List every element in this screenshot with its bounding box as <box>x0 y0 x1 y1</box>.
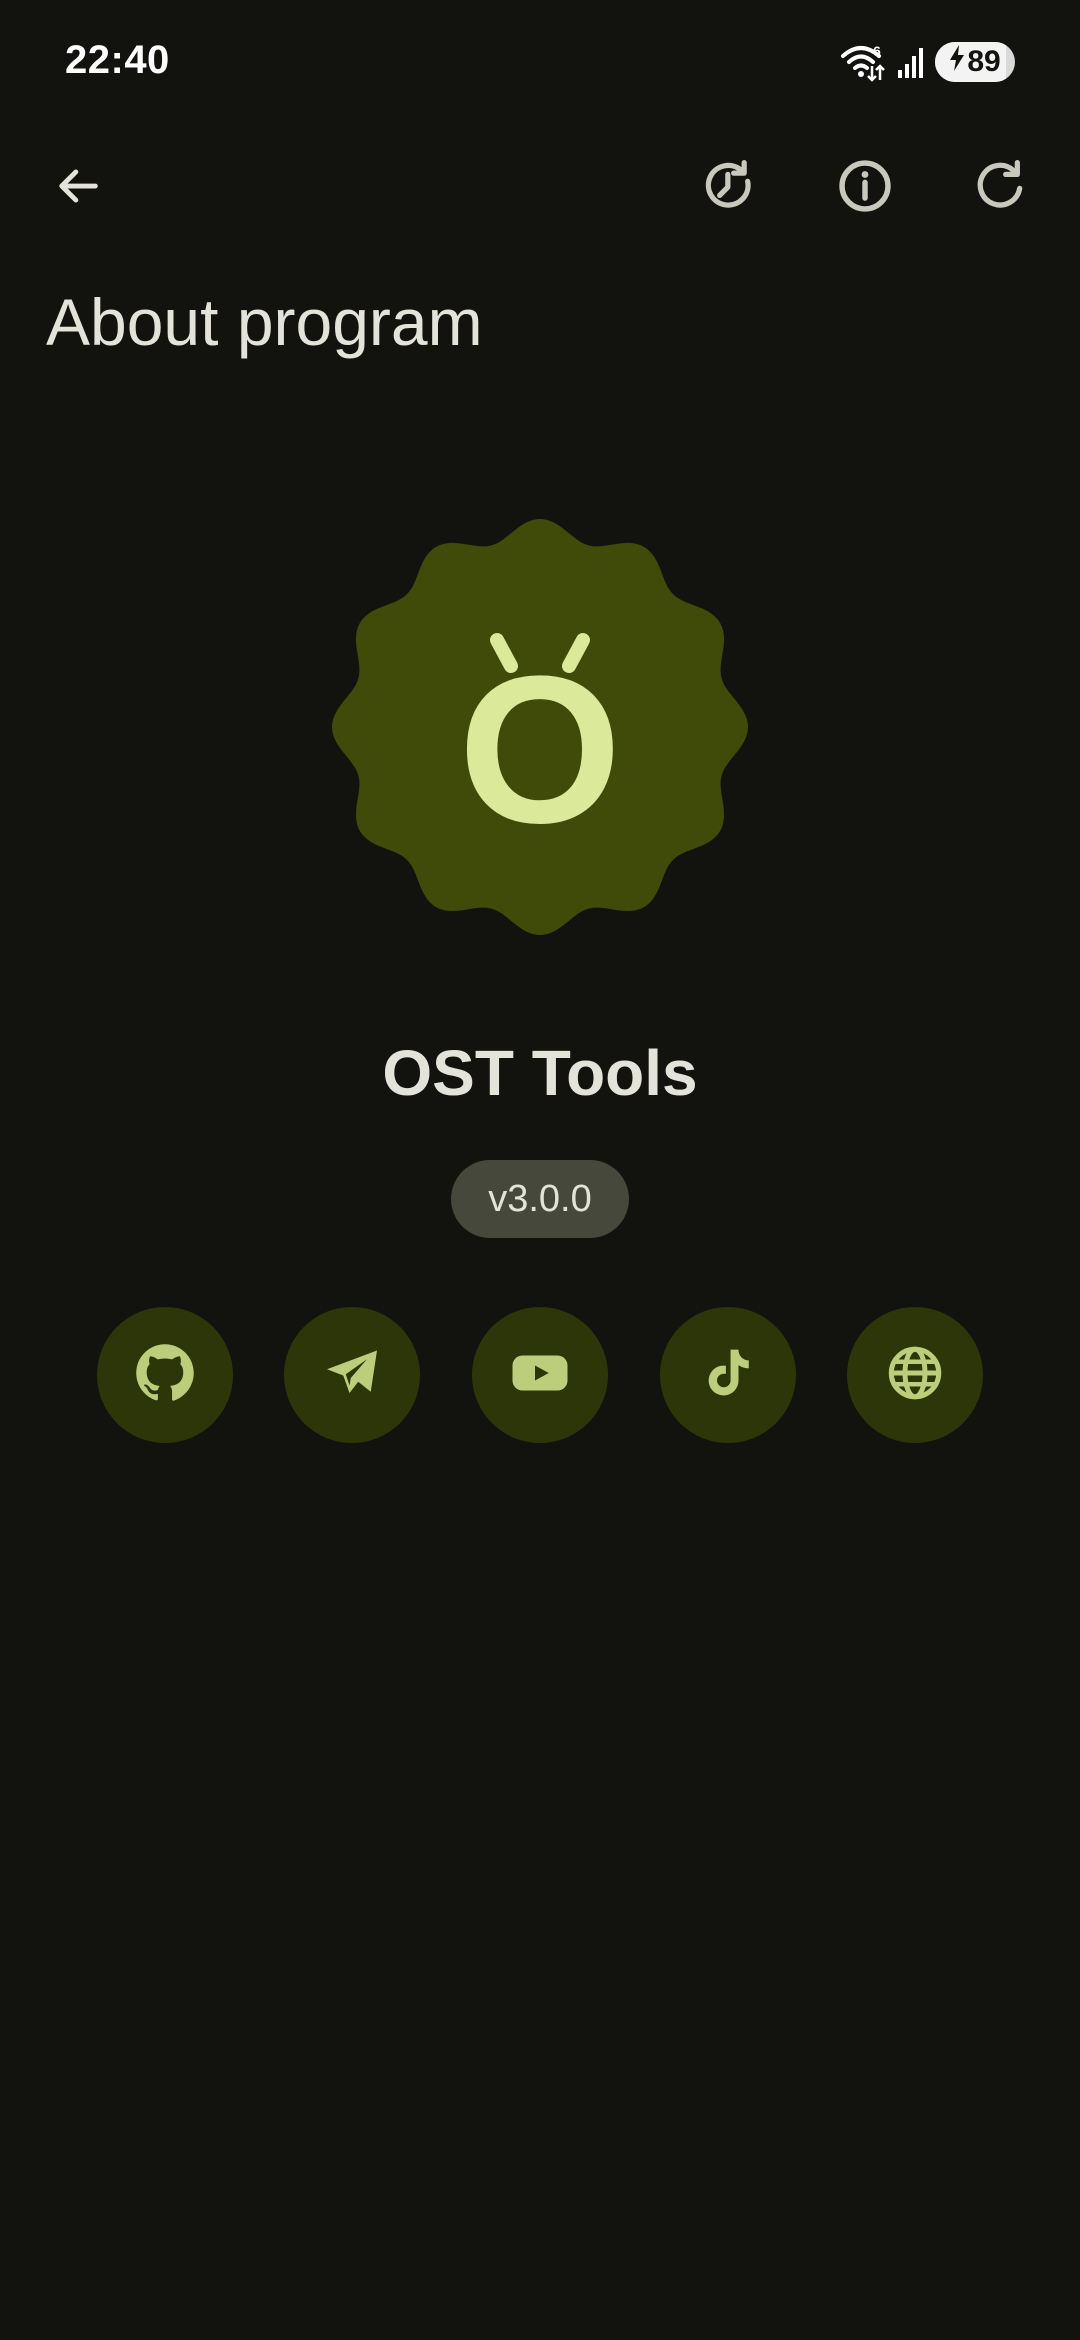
app-logo: O <box>325 512 755 942</box>
history-icon <box>701 158 757 219</box>
about-screen: 22:40 6 89 About program O OST Tools v3.… <box>0 0 1080 2340</box>
svg-text:O: O <box>458 632 621 867</box>
back-button[interactable] <box>30 140 126 236</box>
history-button[interactable] <box>681 140 777 236</box>
info-icon <box>836 157 894 220</box>
github-icon <box>135 1343 195 1408</box>
top-app-bar <box>0 140 1080 240</box>
status-icons: 6 89 <box>839 40 1015 84</box>
version-chip[interactable]: v3.0.0 <box>451 1160 629 1238</box>
youtube-icon <box>510 1343 570 1408</box>
logo-glyph: O <box>458 632 621 867</box>
arrow-back-icon <box>52 160 104 217</box>
website-button[interactable] <box>847 1307 983 1443</box>
tiktok-button[interactable] <box>660 1307 796 1443</box>
globe-icon <box>885 1343 945 1408</box>
social-links <box>0 1307 1080 1443</box>
svg-text:6: 6 <box>873 43 881 59</box>
battery-indicator: 89 <box>935 42 1015 82</box>
refresh-button[interactable] <box>953 140 1049 236</box>
app-name: OST Tools <box>382 1037 698 1109</box>
info-button[interactable] <box>817 140 913 236</box>
telegram-icon <box>322 1343 382 1408</box>
github-button[interactable] <box>97 1307 233 1443</box>
refresh-icon <box>973 158 1029 219</box>
telegram-button[interactable] <box>284 1307 420 1443</box>
wifi-icon: 6 <box>839 42 887 82</box>
battery-level: 89 <box>967 45 1001 78</box>
bolt-icon <box>949 45 965 79</box>
page-title: About program <box>46 285 483 359</box>
status-time: 22:40 <box>65 38 170 82</box>
youtube-button[interactable] <box>472 1307 608 1443</box>
cellular-signal-icon <box>897 44 925 80</box>
status-bar: 22:40 6 89 <box>0 0 1080 120</box>
tiktok-icon <box>700 1345 756 1406</box>
